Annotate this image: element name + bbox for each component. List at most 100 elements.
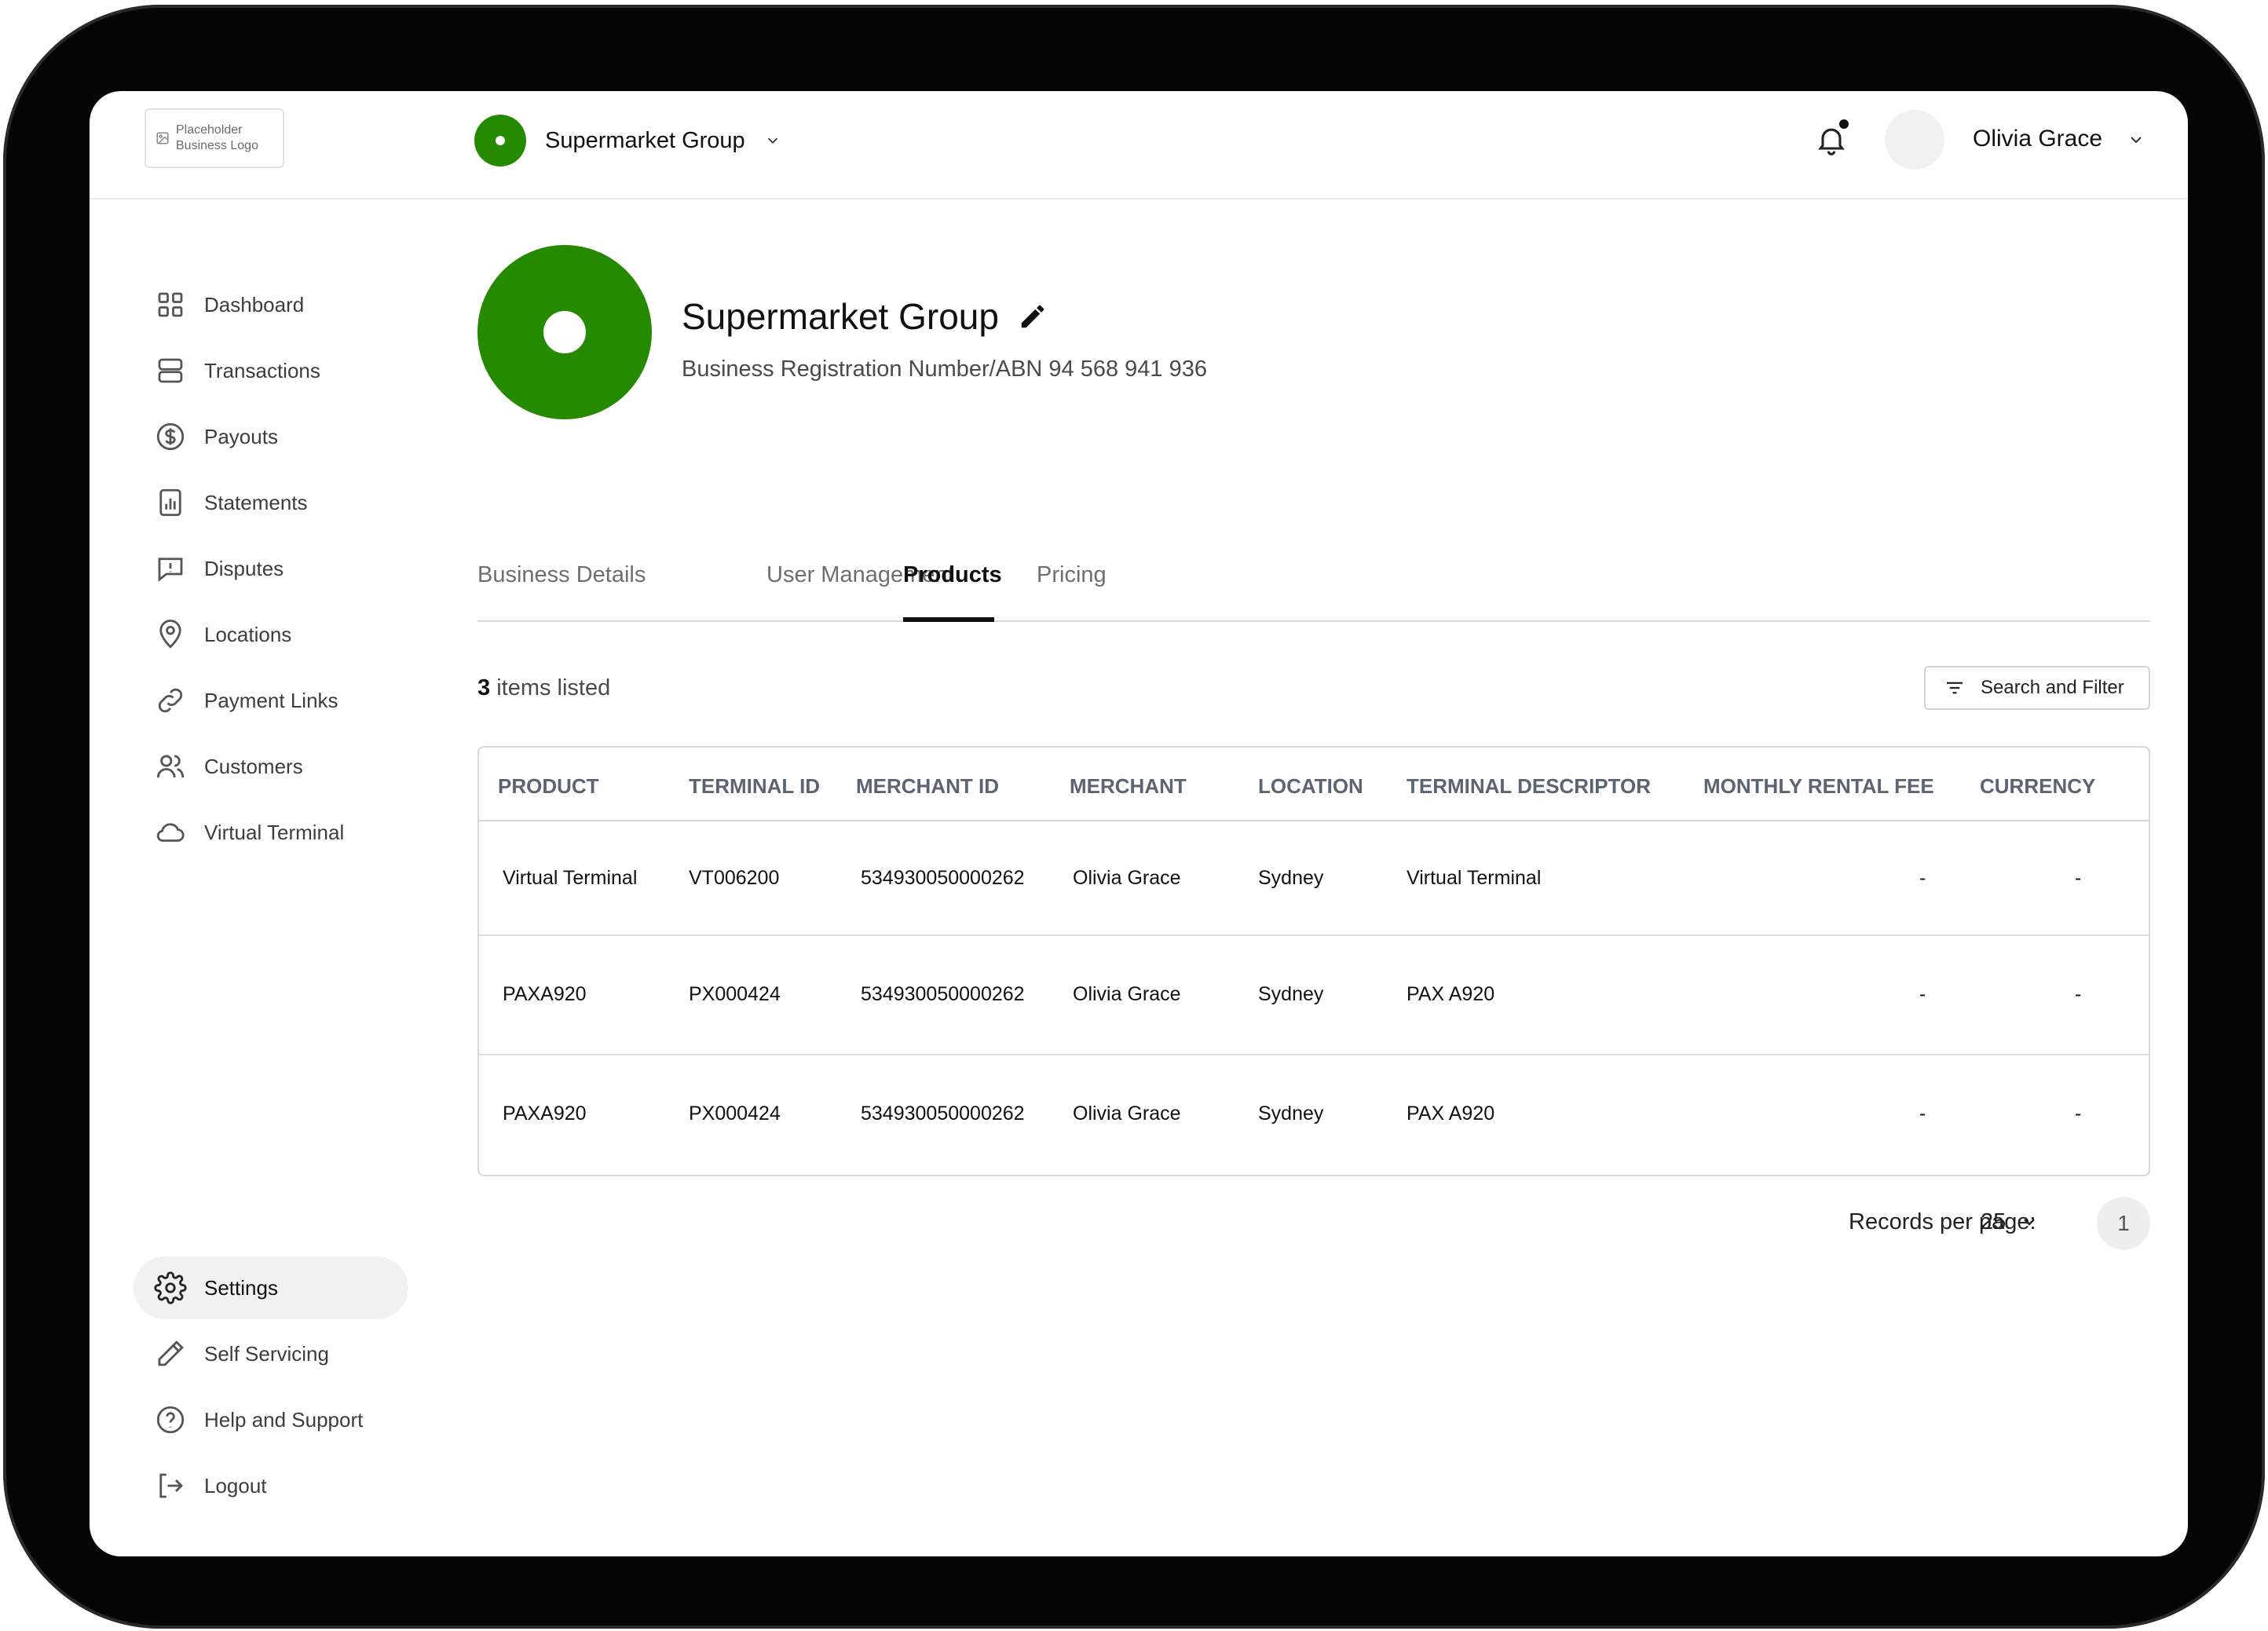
top-bar: Placeholder Business Logo Supermarket Gr… [90,91,2188,199]
sidebar-item-dashboard[interactable]: Dashboard [134,273,408,336]
business-logo-placeholder[interactable]: Placeholder Business Logo [144,108,284,168]
cell-product: PAXA920 [503,983,587,1005]
chevron-down-icon [2024,1219,2036,1226]
org-switcher[interactable]: Supermarket Group [474,115,781,166]
sidebar-item-virtual-terminal[interactable]: Virtual Terminal [134,801,408,864]
column-header-merchant[interactable]: MERCHANT [1070,774,1187,799]
cell-merchant: Olivia Grace [1073,867,1181,889]
cell-merchant: Olivia Grace [1073,983,1181,1005]
sidebar-item-label: Logout [204,1473,267,1498]
sidebar-item-settings[interactable]: Settings [134,1256,408,1319]
page-title: Supermarket Group [682,295,1048,338]
cell-product: Virtual Terminal [503,867,638,889]
sidebar-item-self-servicing[interactable]: Self Servicing [134,1322,408,1385]
cell-location: Sydney [1258,867,1324,889]
table-row[interactable]: PAXA920 PX000424 534930050000262 Olivia … [479,936,2149,1055]
column-header-location[interactable]: LOCATION [1258,774,1363,799]
records-per-page-select[interactable]: 25 [1981,1206,2039,1238]
cell-monthly-rental-fee: - [1919,1103,1926,1125]
products-table: PRODUCT TERMINAL ID MERCHANT ID MERCHANT… [477,746,2150,1176]
column-header-terminal-id[interactable]: TERMINAL ID [689,774,820,799]
tablet-frame: Placeholder Business Logo Supermarket Gr… [3,5,2265,1629]
layers-icon [158,358,183,383]
org-avatar [474,115,526,166]
cell-merchant-id: 534930050000262 [861,1103,1025,1125]
filter-icon [1947,682,1963,694]
active-tab-indicator [903,617,994,622]
search-and-filter-button[interactable]: Search and Filter [1924,666,2150,710]
cell-monthly-rental-fee: - [1919,983,1926,1005]
sidebar-item-label: Transactions [204,358,320,382]
sidebar-item-logout[interactable]: Logout [134,1454,408,1517]
dollar-circle-icon [156,422,185,451]
sidebar-item-help-and-support[interactable]: Help and Support [134,1388,408,1451]
cell-product: PAXA920 [503,1103,587,1125]
cell-merchant-id: 534930050000262 [861,867,1025,889]
sidebar-item-payment-links[interactable]: Payment Links [134,669,408,732]
cell-location: Sydney [1258,983,1324,1005]
items-count: 3 items listed [477,675,610,701]
cell-merchant-id: 534930050000262 [861,983,1025,1005]
items-count-number: 3 [477,675,491,700]
sidebar-item-label: Payment Links [204,688,338,712]
edit-pencil-icon[interactable] [1018,302,1048,331]
sidebar-item-disputes[interactable]: Disputes [134,537,408,600]
sidebar-item-label: Self Servicing [204,1341,329,1366]
sidebar-item-label: Disputes [204,556,284,580]
sidebar-item-label: Help and Support [204,1407,364,1432]
sidebar-item-customers[interactable]: Customers [134,735,408,798]
column-header-monthly-rental-fee[interactable]: MONTHLY RENTAL FEE [1703,774,1934,799]
cell-terminal-id: VT006200 [689,867,780,889]
table-header: PRODUCT TERMINAL ID MERCHANT ID MERCHANT… [479,748,2149,821]
sidebar-item-label: Virtual Terminal [204,820,345,844]
items-count-label: items listed [490,675,611,700]
cell-terminal-id: PX000424 [689,983,781,1005]
grid-icon [158,292,183,317]
avatar[interactable] [1885,110,1944,170]
column-header-currency[interactable]: CURRENCY [1980,774,2095,799]
business-avatar [477,245,652,419]
alert-message-icon [158,558,183,582]
column-header-terminal-descriptor[interactable]: TERMINAL DESCRIPTOR [1407,774,1651,799]
cell-terminal-id: PX000424 [689,1103,781,1125]
logo-text: Placeholder Business Logo [176,123,258,152]
sidebar-item-transactions[interactable]: Transactions [134,339,408,402]
tab-products[interactable]: Products [903,562,1002,588]
cell-terminal-descriptor: PAX A920 [1407,1103,1495,1125]
page-button-current[interactable]: 1 [2097,1197,2150,1250]
logout-icon [159,1473,183,1498]
pencil-icon [158,1340,184,1366]
chevron-down-icon [767,137,777,144]
image-icon [156,132,169,144]
chevron-down-icon[interactable] [2127,130,2145,149]
cell-currency: - [2075,983,2082,1005]
bar-chart-doc-icon [159,488,181,517]
sidebar-item-label: Settings [204,1275,278,1300]
tab-business-details[interactable]: Business Details [477,562,646,588]
table-row[interactable]: PAXA920 PX000424 534930050000262 Olivia … [479,1055,2149,1175]
cell-terminal-descriptor: PAX A920 [1407,983,1495,1005]
sidebar-item-locations[interactable]: Locations [134,603,408,666]
sidebar-item-label: Statements [204,490,308,514]
cell-currency: - [2075,867,2082,889]
table-row[interactable]: Virtual Terminal VT006200 53493005000026… [479,821,2149,936]
sidebar-item-label: Payouts [204,424,278,448]
tab-pricing[interactable]: Pricing [1037,562,1107,588]
help-circle-icon [156,1406,185,1434]
link-icon [158,688,183,713]
cell-terminal-descriptor: Virtual Terminal [1407,867,1542,889]
sidebar-item-payouts[interactable]: Payouts [134,405,408,468]
search-and-filter-label: Search and Filter [1981,677,2124,698]
org-name: Supermarket Group [545,127,745,153]
sidebar-item-statements[interactable]: Statements [134,471,408,534]
column-header-merchant-id[interactable]: MERCHANT ID [856,774,999,799]
app-screen: Placeholder Business Logo Supermarket Gr… [90,91,2188,1556]
user-name[interactable]: Olivia Grace [1973,126,2102,152]
sidebar: Dashboard Transactions Payouts Statement… [90,199,451,1556]
main-content: Supermarket Group Business Registration … [477,199,2150,1556]
business-name: Supermarket Group [682,296,999,337]
users-icon [156,755,185,778]
notification-badge [1838,118,1850,130]
cloud-icon [156,823,185,842]
column-header-product[interactable]: PRODUCT [498,774,599,799]
